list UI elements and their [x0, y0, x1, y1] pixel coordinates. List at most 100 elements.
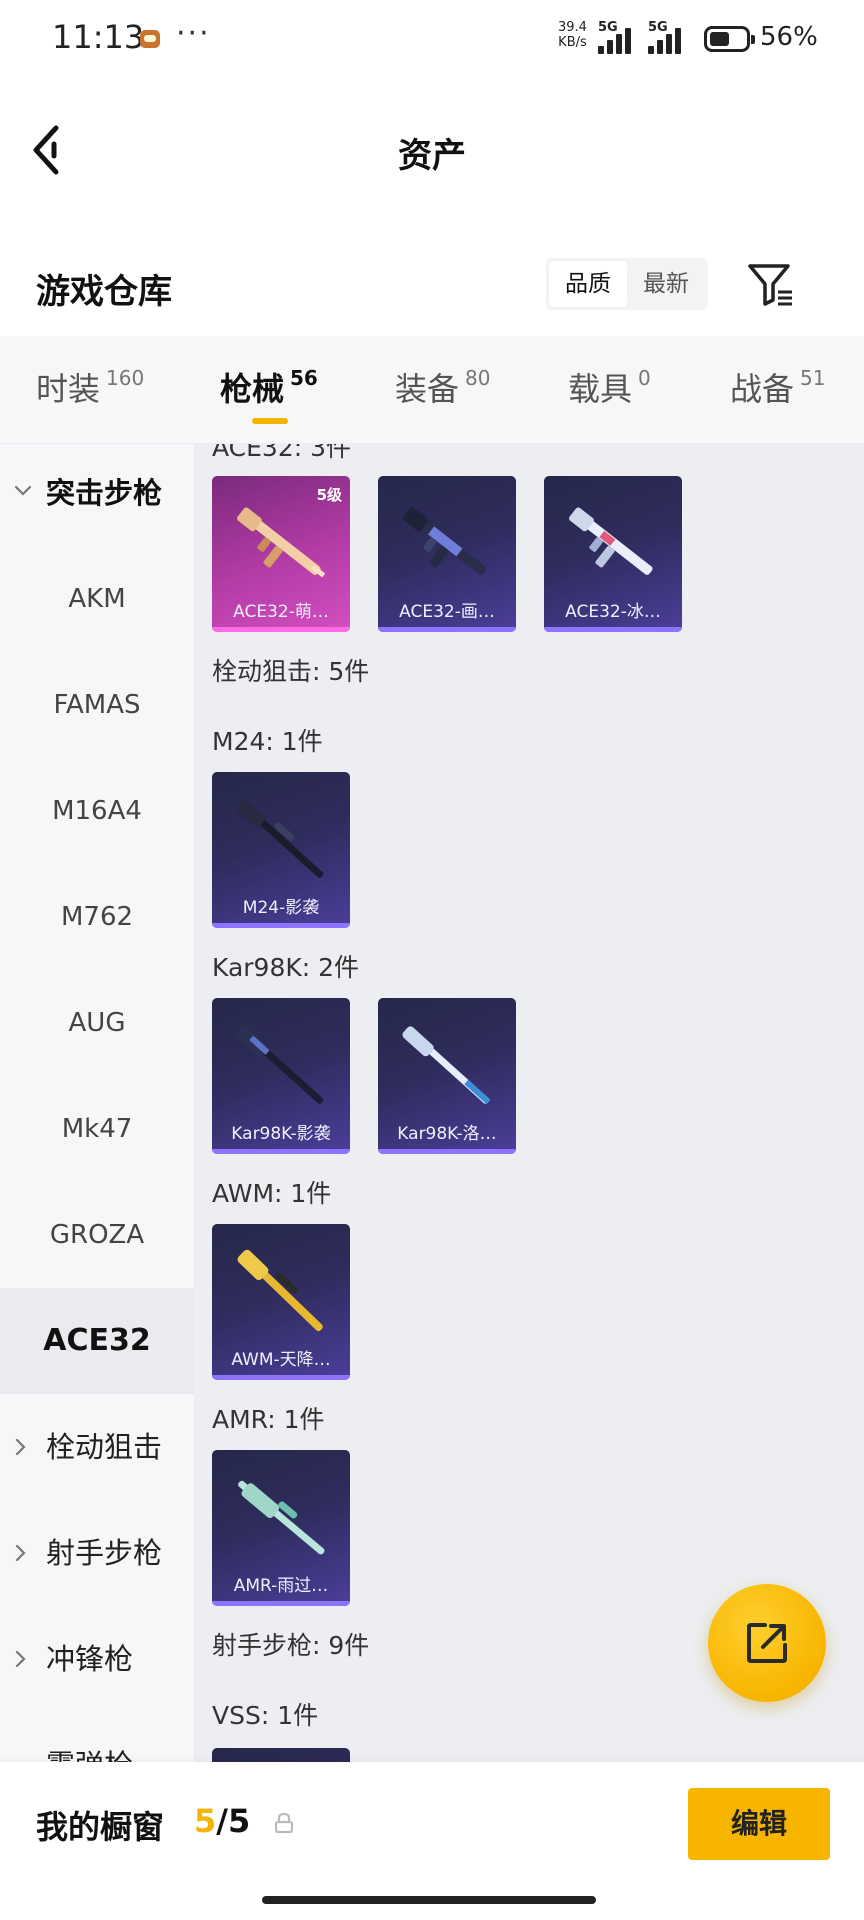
- group-label-amr: AMR: 1件: [212, 1405, 325, 1434]
- sidebar-group-label: 冲锋枪: [46, 1642, 134, 1676]
- sidebar-item-akm[interactable]: AKM: [0, 546, 194, 652]
- network-speed: 39.4 KB/s: [558, 20, 587, 50]
- sidebar-item-famas[interactable]: FAMAS: [0, 652, 194, 758]
- showcase-count-total: 5: [227, 1802, 251, 1840]
- group-label-marksman: 射手步枪: 9件: [212, 1631, 370, 1660]
- tab-count: 80: [465, 366, 491, 390]
- sidebar-group-label: 栓动狙击: [46, 1430, 163, 1464]
- share-icon: [747, 1623, 787, 1663]
- tab-guns[interactable]: 枪械 56: [220, 364, 318, 410]
- status-time: 11:13: [52, 18, 145, 56]
- sniper-rifle-icon: [238, 1480, 325, 1555]
- sidebar-group-marksman[interactable]: 射手步枪: [0, 1500, 194, 1606]
- item-card[interactable]: [212, 1748, 350, 1762]
- signal-tag: 5G: [598, 20, 618, 35]
- tab-fashion[interactable]: 时装 160: [36, 364, 144, 410]
- sidebar-item-groza[interactable]: GROZA: [0, 1182, 194, 1288]
- chevron-down-icon: [14, 444, 36, 546]
- group-label-vss: VSS: 1件: [212, 1701, 319, 1730]
- item-name: Kar98K-影袭: [231, 1124, 331, 1144]
- battery-fill: [710, 32, 729, 46]
- tab-label: 战备: [730, 370, 795, 408]
- signal-icon: 5G: [598, 20, 642, 54]
- battery-icon: [704, 26, 755, 52]
- rifle-icon: [237, 507, 326, 578]
- tab-label: 装备: [395, 370, 460, 408]
- group-label-ace32: ACE32: 3件: [212, 444, 352, 462]
- group-label-m24: M24: 1件: [212, 727, 323, 756]
- showcase-count: 5/5: [194, 1802, 250, 1840]
- sort-option-quality[interactable]: 品质: [549, 261, 627, 307]
- showcase-count-separator: /: [216, 1802, 228, 1840]
- group-label-kar98k: Kar98K: 2件: [212, 953, 360, 982]
- item-name: AMR-雨过…: [233, 1576, 329, 1596]
- showcase-count-current: 5: [194, 1802, 217, 1840]
- lock-icon: [274, 1812, 294, 1834]
- sidebar-item-mk47[interactable]: Mk47: [0, 1076, 194, 1182]
- home-indicator[interactable]: [262, 1896, 596, 1904]
- warehouse-section-header: 游戏仓库 品质 最新: [0, 240, 864, 330]
- sidebar-group-smg[interactable]: 冲锋枪: [0, 1606, 194, 1712]
- signal-tag-2: 5G: [648, 20, 668, 35]
- item-card[interactable]: AWM-天降…: [212, 1224, 350, 1380]
- sniper-rifle-icon: [237, 1249, 323, 1332]
- item-name: M24-影袭: [242, 898, 320, 918]
- sidebar-item-m762[interactable]: M762: [0, 864, 194, 970]
- group-label-awm: AWM: 1件: [212, 1179, 332, 1208]
- item-name: ACE32-冰…: [565, 602, 661, 622]
- rifle-icon: [569, 507, 653, 575]
- item-name: ACE32-画…: [399, 602, 495, 622]
- network-speed-value: 39.4: [558, 20, 587, 35]
- tab-label: 时装: [36, 370, 101, 408]
- filter-icon: [748, 264, 792, 306]
- edit-button[interactable]: 编辑: [688, 1788, 830, 1860]
- item-card[interactable]: AMR-雨过…: [212, 1450, 350, 1606]
- sidebar-item-m16a4[interactable]: M16A4: [0, 758, 194, 864]
- item-card[interactable]: ACE32-画…: [378, 476, 516, 632]
- item-name: ACE32-萌…: [233, 602, 329, 622]
- signal-icon-2: 5G: [648, 20, 692, 54]
- sniper-rifle-icon: [236, 1026, 324, 1104]
- sidebar-group-label: 霰弹枪: [46, 1748, 133, 1762]
- sort-option-newest[interactable]: 最新: [627, 261, 705, 307]
- app-notification-icon: [140, 30, 160, 48]
- sidebar-group-shotgun[interactable]: 霰弹枪: [0, 1712, 194, 1762]
- tab-count: 160: [106, 366, 145, 390]
- item-grid: ACE32: 3件 5级 ACE32-萌… ACE32-画… ACE32-冰… …: [194, 444, 864, 1762]
- weapon-category-sidebar: 突击步枪 AKM FAMAS M16A4 M762 AUG Mk47 GROZA…: [0, 444, 194, 1762]
- share-button[interactable]: [708, 1584, 826, 1702]
- tab-supplies[interactable]: 战备 51: [730, 364, 825, 410]
- chevron-right-icon: [14, 1606, 36, 1712]
- rifle-icon: [403, 507, 487, 575]
- battery-percent: 56%: [760, 22, 818, 52]
- more-notifications-icon: ···: [176, 16, 211, 51]
- header: 资产: [0, 80, 864, 220]
- item-name: AWM-天降…: [231, 1350, 331, 1370]
- category-tabs: 时装 160 枪械 56 装备 80 载具 0 战备 51: [0, 336, 864, 444]
- filter-button[interactable]: [746, 260, 796, 310]
- sidebar-group-assault-rifles[interactable]: 突击步枪: [0, 444, 194, 546]
- sidebar-group-label: 突击步枪: [46, 476, 163, 510]
- sniper-rifle-icon: [236, 800, 324, 878]
- item-card[interactable]: M24-影袭: [212, 772, 350, 928]
- tab-label: 枪械: [220, 370, 285, 408]
- item-card[interactable]: 5级 ACE32-萌…: [212, 476, 350, 632]
- item-card[interactable]: Kar98K-洛…: [378, 998, 516, 1154]
- tab-count: 51: [800, 366, 826, 390]
- network-speed-unit: KB/s: [558, 35, 587, 50]
- sniper-rifle-icon: [402, 1026, 491, 1105]
- status-bar: 11:13 ··· 39.4 KB/s 5G 5G 56%: [0, 0, 864, 80]
- sidebar-item-ace32[interactable]: ACE32: [0, 1288, 194, 1394]
- sort-toggle: 品质 最新: [546, 258, 708, 310]
- group-label-bolt-action: 栓动狙击: 5件: [212, 657, 370, 686]
- tab-vehicles[interactable]: 载具 0: [568, 364, 651, 410]
- chevron-right-icon: [14, 1500, 36, 1606]
- sidebar-group-bolt-action[interactable]: 栓动狙击: [0, 1394, 194, 1500]
- tab-equipment[interactable]: 装备 80: [395, 364, 490, 410]
- showcase-label: 我的橱窗: [36, 1808, 165, 1846]
- item-card[interactable]: Kar98K-影袭: [212, 998, 350, 1154]
- item-name: Kar98K-洛…: [397, 1124, 497, 1144]
- tab-count: 0: [638, 366, 651, 390]
- item-card[interactable]: ACE32-冰…: [544, 476, 682, 632]
- sidebar-item-aug[interactable]: AUG: [0, 970, 194, 1076]
